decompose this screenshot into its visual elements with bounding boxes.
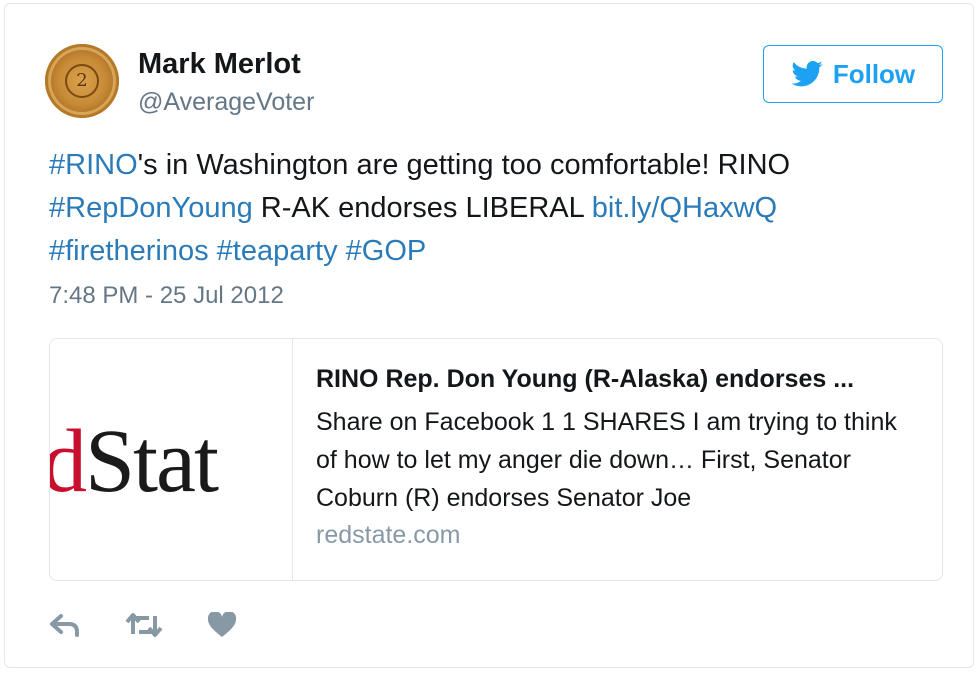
hashtag-link[interactable]: #teaparty	[217, 235, 338, 267]
follow-button[interactable]: Follow	[763, 45, 943, 103]
hashtag-link[interactable]: #GOP	[346, 235, 427, 267]
heart-icon[interactable]	[207, 612, 237, 638]
tweet-text-segment: R-AK endorses LIBERAL	[252, 192, 592, 224]
tweet-text-segment: 's in Washington are getting too comfort…	[137, 149, 791, 181]
follow-label: Follow	[832, 58, 916, 89]
url-link[interactable]: bit.ly/QHaxwQ	[592, 192, 777, 224]
tweet-embed: 2 Mark Merlot @AverageVoter Follow #RINO…	[4, 3, 974, 668]
tweet-timestamp[interactable]: 7:48 PM - 25 Jul 2012	[49, 282, 284, 310]
card-thumbnail: edStat	[50, 339, 293, 580]
hashtag-link[interactable]: #RepDonYoung	[49, 192, 253, 224]
redstate-logo: edStat	[50, 412, 219, 511]
hashtag-link[interactable]: #firetherinos	[49, 235, 209, 267]
tweet-text-segment	[209, 235, 217, 267]
user-handle[interactable]: @AverageVoter	[138, 88, 314, 117]
reply-icon[interactable]	[49, 613, 81, 637]
tweet-actions	[49, 612, 237, 638]
user-name[interactable]: Mark Merlot	[138, 48, 301, 81]
card-domain: redstate.com	[316, 521, 461, 549]
tweet-text: #RINO's in Washington are getting too co…	[49, 144, 929, 273]
avatar-coin-numeral: 2	[65, 64, 99, 98]
tweet-text-segment	[338, 235, 346, 267]
avatar[interactable]: 2	[45, 44, 119, 118]
card-description: Share on Facebook 1 1 SHARES I am trying…	[316, 408, 897, 512]
hashtag-link[interactable]: #RINO	[49, 149, 138, 181]
link-card[interactable]: edStat RINO Rep. Don Young (R-Alaska) en…	[49, 338, 943, 581]
twitter-bird-icon	[791, 61, 823, 87]
retweet-icon[interactable]	[125, 612, 163, 638]
card-title: RINO Rep. Don Young (R-Alaska) endorses …	[316, 365, 855, 393]
